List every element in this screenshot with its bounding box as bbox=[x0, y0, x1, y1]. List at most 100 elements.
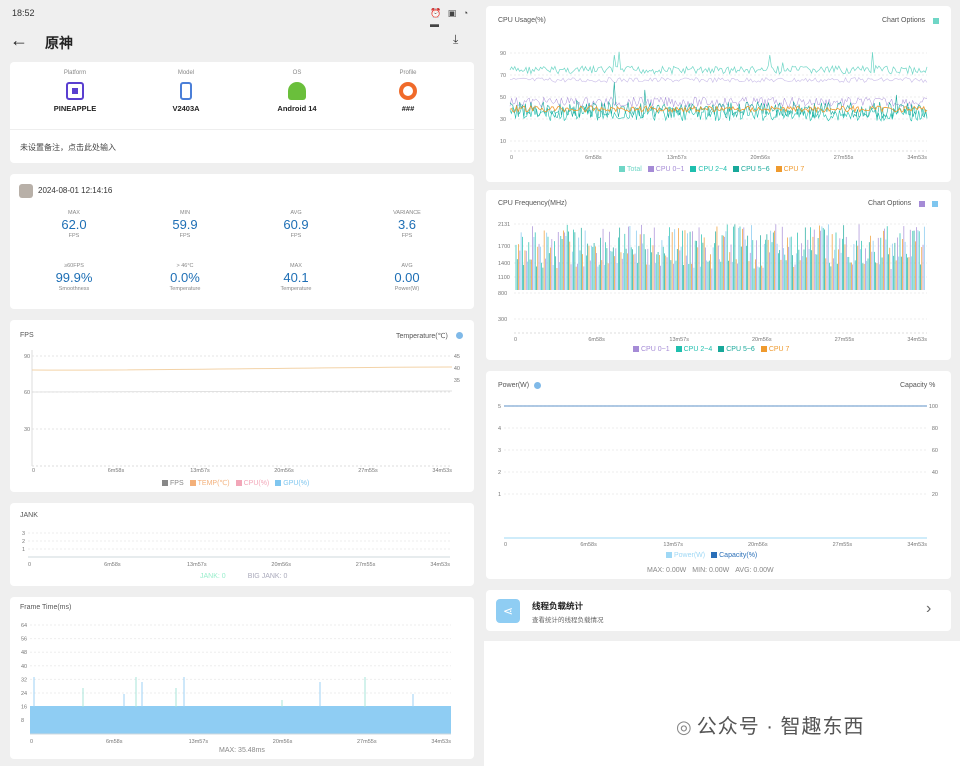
device-info-card: Platform PINEAPPLE Model V2403A OS Andro… bbox=[10, 62, 474, 163]
cpuf-x-tick-0: 0 bbox=[514, 337, 517, 343]
legend-item-3[interactable]: GPU(%) bbox=[275, 480, 309, 487]
legend-item-1[interactable]: Capacity(%) bbox=[711, 552, 757, 559]
fps-x-tick-5: 34m53s bbox=[432, 468, 452, 474]
session-datetime: 2024-08-01 12:14:16 bbox=[38, 186, 113, 195]
ft-y-tick-1: 56 bbox=[21, 637, 27, 643]
frametime-footer: MAX: 35.48ms bbox=[219, 747, 265, 754]
cpuf-y-tick-3: 1100 bbox=[498, 275, 510, 281]
pw-x-tick-2: 13m57s bbox=[663, 542, 683, 548]
temperature-line bbox=[31, 366, 453, 371]
jank-x-tick-0: 0 bbox=[28, 562, 31, 568]
jank-x-tick-1: 6m58s bbox=[104, 562, 121, 568]
cpuf-y-tick-1: 1700 bbox=[498, 244, 510, 250]
thread-load-subtitle: 查看统计的线程负载情况 bbox=[532, 617, 604, 624]
cpuu-x-tick-5: 34m53s bbox=[907, 155, 927, 161]
legend-item-0[interactable]: Power(W) bbox=[666, 552, 705, 559]
cpu-frequency-legend: CPU 0~1 CPU 2~4 CPU 5~6 CPU 7 bbox=[633, 346, 795, 353]
download-icon[interactable]: ⤓ bbox=[453, 32, 458, 47]
ft-x-tick-5: 34m53s bbox=[431, 739, 451, 745]
device-platform: Platform PINEAPPLE bbox=[53, 70, 97, 113]
legend-item-2[interactable]: CPU(%) bbox=[235, 480, 269, 487]
note-input[interactable]: 未设置备注，点击此处输入 bbox=[20, 142, 116, 153]
cpu-usage-legend: Total CPU 0~1 CPU 2~4 CPU 5~6 CPU 7 bbox=[619, 166, 810, 173]
cpuu-x-tick-4: 27m55s bbox=[834, 155, 854, 161]
fps-x-tick-3: 20m56s bbox=[274, 468, 294, 474]
frametime-chart-card: Frame Time(ms) 64 56 48 40 32 24 16 8 0 6m58s 13m5… bbox=[10, 597, 474, 759]
thread-load-title: 线程负载统计 bbox=[532, 601, 584, 611]
power-chart-legend: Power(W) Capacity(%) bbox=[666, 552, 763, 559]
left-panel: 18:52 ⏰ ▣ ◔ ▬ ← 原神 ⤓ Platform PINEAPPLE … bbox=[0, 0, 480, 766]
legend-item-3[interactable]: CPU 7 bbox=[760, 346, 789, 353]
cpu-frequency-chart: 2131 1700 1400 1100 800 300 0 6m58s 13m57s 20m56s… bbox=[498, 222, 927, 343]
pw-x-tick-3: 20m56s bbox=[748, 542, 768, 548]
ft-x-tick-2: 13m57s bbox=[189, 739, 209, 745]
legend-item-0[interactable]: Total bbox=[619, 166, 642, 173]
pw-y-tick-1: 4 bbox=[498, 426, 501, 432]
legend-item-3[interactable]: CPU 5~6 bbox=[733, 166, 770, 173]
legend-item-1[interactable]: TEMP(℃) bbox=[189, 480, 230, 487]
jank-x-tick-4: 27m55s bbox=[356, 562, 376, 568]
pw-y-tick-0: 5 bbox=[498, 404, 501, 410]
legend-item-2[interactable]: CPU 2~4 bbox=[690, 166, 727, 173]
fps-y-tick-0: 90 bbox=[24, 354, 30, 360]
right-panel: CPU Usage(%) Chart Options 90 70 50 30 10 0 6m… bbox=[484, 0, 960, 766]
stat-2: AVG 60.9 FPS bbox=[283, 210, 309, 239]
legend-item-1[interactable]: CPU 0~1 bbox=[647, 166, 684, 173]
jank-x-tick-2: 13m57s bbox=[187, 562, 207, 568]
ft-y-tick-4: 32 bbox=[21, 677, 27, 683]
cpuf-x-tick-1: 6m58s bbox=[588, 337, 605, 343]
jank-y-tick-0: 3 bbox=[22, 531, 25, 537]
page-title: 原神 bbox=[45, 35, 73, 51]
fps-chart: 90 60 30 45 40 35 0 6m58s 13m57s 20m56s 27m55s 34m5… bbox=[24, 350, 460, 474]
cpuu-y-tick-0: 90 bbox=[500, 51, 506, 57]
jank-chart-card: JANK 3 2 1 0 6m58s 13m57s 20m56s 27m55s 34m53s J… bbox=[10, 503, 474, 586]
device-profile: Profile ### bbox=[399, 70, 417, 113]
legend-item-0[interactable]: CPU 0~1 bbox=[633, 346, 670, 353]
ft-x-tick-4: 27m55s bbox=[357, 739, 377, 745]
cpu-0-1-line bbox=[509, 76, 928, 84]
power-chart-card: Power(W) Capacity % 5 4 3 2 1 100 80 60 40 20 0 6m5… bbox=[486, 371, 951, 579]
fps-x-tick-2: 13m57s bbox=[190, 468, 210, 474]
frametime-chart: 64 56 48 40 32 24 16 8 0 6m58s 13m57s 20m56s 27m55s 3… bbox=[21, 623, 451, 745]
fps-y-tick-1: 60 bbox=[24, 390, 30, 396]
jank-x-tick-3: 20m56s bbox=[271, 562, 291, 568]
cpuu-y-tick-4: 10 bbox=[500, 139, 506, 145]
jank-y-tick-2: 1 bbox=[22, 547, 25, 553]
stat-7: AVG 0.00 Power(W) bbox=[394, 263, 420, 292]
legend-item-0[interactable]: FPS bbox=[162, 480, 184, 487]
device-model: Model V2403A bbox=[172, 70, 200, 113]
cpu-frequency-card: CPU Frequency(MHz) Chart Options 2131 170… bbox=[486, 190, 951, 360]
status-icons: ⏰ ▣ ◔ ▬ bbox=[430, 8, 471, 29]
stat-3: VARIANCE 3.6 FPS bbox=[393, 210, 421, 239]
cpuu-y-tick-2: 50 bbox=[500, 95, 506, 101]
legend-item-4[interactable]: CPU 7 bbox=[775, 166, 804, 173]
frametime-area bbox=[30, 706, 451, 734]
device-os: OS Android 14 bbox=[277, 70, 317, 113]
legend-item-1[interactable]: CPU 2~4 bbox=[675, 346, 712, 353]
cap-y-tick-0: 100 bbox=[929, 404, 938, 410]
pw-x-tick-4: 27m55s bbox=[833, 542, 853, 548]
ft-x-tick-3: 20m56s bbox=[273, 739, 293, 745]
stat-6: MAX 40.1 Temperature bbox=[280, 263, 312, 292]
cpuf-x-tick-5: 34m53s bbox=[907, 337, 927, 343]
chevron-right-icon[interactable]: › bbox=[926, 600, 931, 618]
jank-x-tick-5: 34m53s bbox=[430, 562, 450, 568]
wechat-icon: ◎ bbox=[676, 717, 693, 737]
jank-y-tick-1: 2 bbox=[22, 539, 25, 545]
cpu-7-line bbox=[509, 104, 928, 114]
pw-y-tick-4: 1 bbox=[498, 492, 501, 498]
cpuu-x-tick-2: 13m57s bbox=[667, 155, 687, 161]
legend-item-2[interactable]: CPU 5~6 bbox=[718, 346, 755, 353]
back-arrow-icon[interactable]: ← bbox=[10, 30, 28, 51]
cpuu-x-tick-0: 0 bbox=[510, 155, 513, 161]
fps-y-tick-2: 30 bbox=[24, 427, 30, 433]
cpuf-x-tick-4: 27m55s bbox=[835, 337, 855, 343]
cpuf-y-tick-0: 2131 bbox=[498, 222, 510, 228]
fps-x-tick-1: 6m58s bbox=[108, 468, 125, 474]
pw-y-tick-2: 3 bbox=[498, 448, 501, 454]
thread-load-card[interactable]: ⋖ 线程负载统计 查看统计的线程负载情况 › bbox=[486, 590, 951, 631]
cpuu-x-tick-3: 20m56s bbox=[750, 155, 770, 161]
fps-chart-card: FPS Temperature(℃) 90 60 30 45 40 35 0 6m58s 13m… bbox=[10, 320, 474, 492]
ft-x-tick-0: 0 bbox=[30, 739, 33, 745]
cpuf-y-tick-4: 800 bbox=[498, 291, 507, 297]
